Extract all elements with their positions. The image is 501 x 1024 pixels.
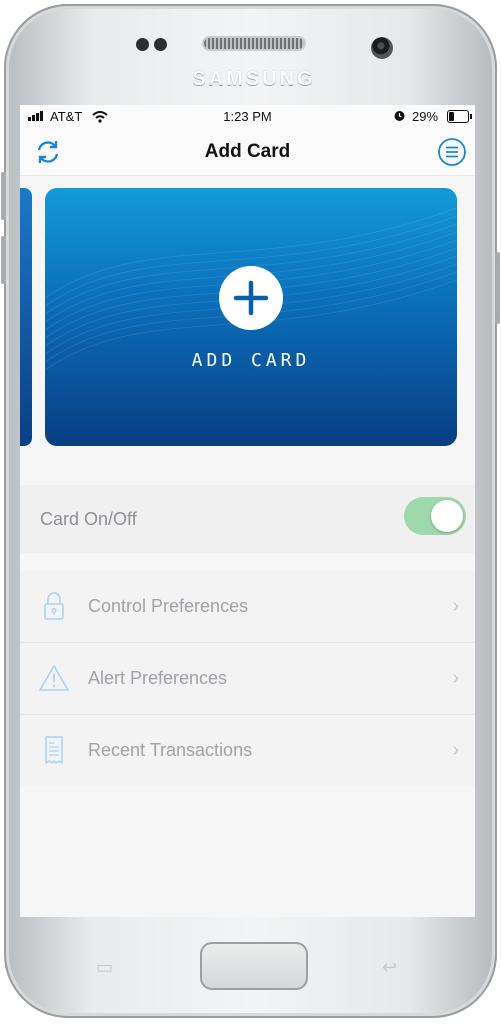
chevron-right-icon: ›	[452, 595, 459, 617]
add-card-button[interactable]: ADD CARD	[45, 188, 457, 446]
chevron-right-icon: ›	[452, 739, 459, 761]
add-card-label: ADD CARD	[191, 350, 311, 371]
menu-icon[interactable]	[437, 137, 467, 167]
nav-bar: Add Card	[20, 127, 475, 176]
back-key: ↩	[382, 957, 398, 977]
power-button	[495, 252, 500, 324]
receipt-icon	[45, 736, 63, 764]
list-item-label: Recent Transactions	[88, 740, 253, 760]
list-item-label: Alert Preferences	[88, 668, 228, 688]
chevron-right-icon: ›	[452, 667, 459, 689]
home-button[interactable]	[200, 942, 308, 990]
status-time: 1:23 PM	[223, 109, 272, 124]
switch-knob	[431, 500, 463, 532]
alarm-icon	[394, 111, 405, 121]
battery-percent: 29%	[412, 109, 439, 124]
proximity-sensor	[136, 38, 149, 51]
front-camera	[371, 37, 393, 59]
volume-up-button	[1, 172, 6, 220]
brand-logo: SAMSUNG	[192, 68, 316, 90]
earpiece-speaker	[204, 38, 304, 49]
volume-down-button	[1, 236, 6, 284]
status-bar: AT&T 1:23 PM 29%	[20, 105, 475, 127]
warning-icon	[39, 665, 69, 691]
preferences-list: Control Preferences › Alert Preferences …	[20, 571, 475, 786]
card-toggle-row: Card On/Off	[20, 485, 475, 553]
list-item-control-preferences[interactable]: Control Preferences ›	[20, 571, 475, 643]
app-screen: AT&T 1:23 PM 29% Add Card ADD CARD Card …	[20, 105, 475, 917]
previous-card-peek[interactable]	[20, 188, 32, 446]
list-item-alert-preferences[interactable]: Alert Preferences ›	[20, 643, 475, 715]
plus-icon	[219, 266, 283, 330]
page-title: Add Card	[204, 141, 291, 162]
card-toggle-label: Card On/Off	[40, 509, 137, 529]
list-item-label: Control Preferences	[88, 596, 249, 616]
lock-icon	[44, 592, 64, 620]
battery-icon	[447, 110, 472, 123]
light-sensor	[154, 38, 167, 51]
card-on-off-switch[interactable]	[404, 497, 466, 535]
list-item-recent-transactions[interactable]: Recent Transactions ›	[20, 715, 475, 786]
recent-apps-key: ▭	[96, 957, 114, 977]
